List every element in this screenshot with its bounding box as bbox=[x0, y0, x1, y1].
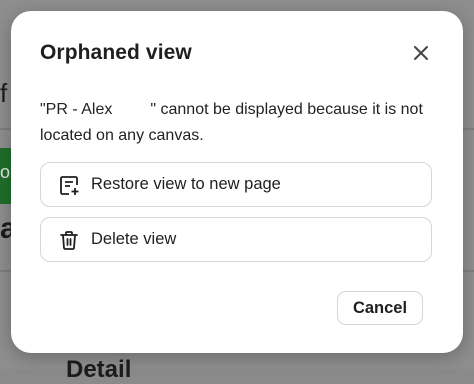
restore-page-icon bbox=[58, 174, 80, 196]
delete-view-label: Delete view bbox=[91, 230, 177, 248]
message-prefix: "PR - Alex bbox=[40, 101, 113, 118]
close-icon bbox=[414, 46, 428, 60]
restore-view-label: Restore view to new page bbox=[91, 175, 281, 193]
cancel-button[interactable]: Cancel bbox=[337, 291, 423, 325]
restore-view-button[interactable]: Restore view to new page bbox=[40, 162, 432, 207]
orphaned-view-dialog: Orphaned view "PR - Alex " cannot be disp… bbox=[11, 11, 463, 353]
background-fragment: o bbox=[0, 162, 11, 182]
close-button[interactable] bbox=[409, 41, 433, 65]
background-fragment: Detail bbox=[66, 356, 132, 383]
dialog-message: "PR - Alex " cannot be displayed because … bbox=[40, 97, 440, 149]
trash-icon bbox=[58, 229, 80, 251]
delete-view-button[interactable]: Delete view bbox=[40, 217, 432, 262]
redacted-name bbox=[112, 100, 151, 119]
dialog-title: Orphaned view bbox=[40, 41, 192, 64]
